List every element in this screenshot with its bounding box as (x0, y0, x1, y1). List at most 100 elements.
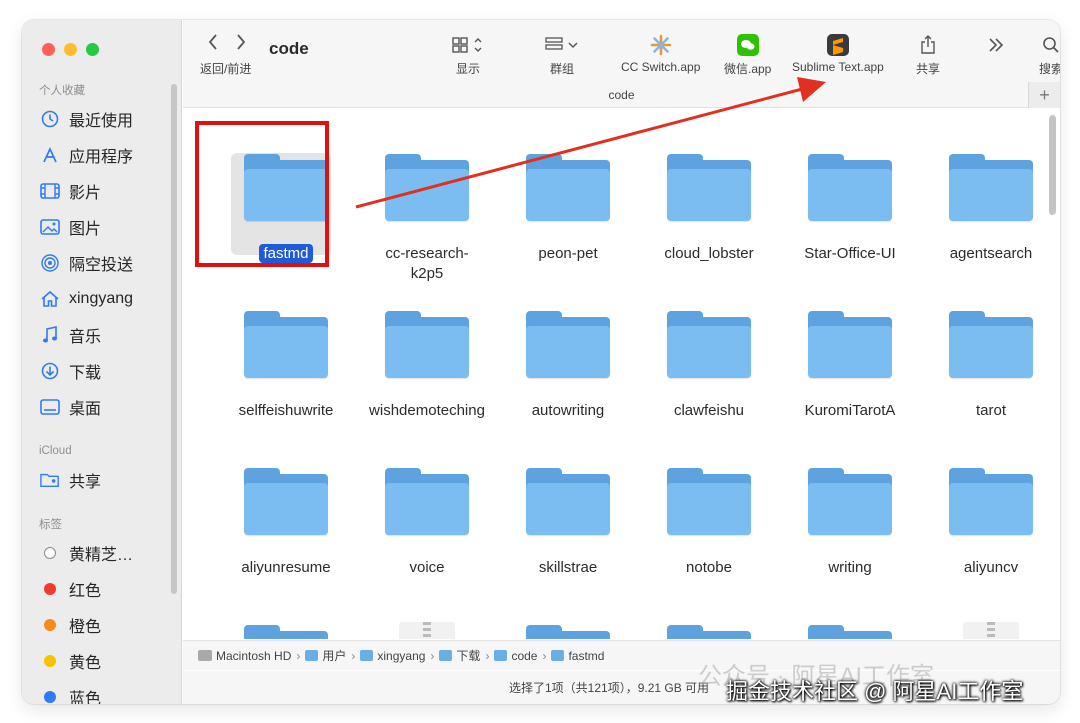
sidebar-item-downloads[interactable]: 下载 (40, 359, 170, 383)
view-button[interactable]: 显示 (451, 32, 485, 77)
tags-header: 标签 (39, 519, 62, 531)
folder-icon (385, 465, 469, 537)
folder-icon (667, 622, 751, 639)
cc-switch-app-icon (650, 32, 672, 58)
folder-icon (808, 465, 892, 537)
folder-item[interactable]: aliyunresume (216, 465, 356, 578)
sublime-text-app-button[interactable]: Sublime Text.app (792, 32, 884, 74)
nav-label: 返回/前进 (200, 62, 252, 76)
folder-item[interactable]: wishdemoteching (357, 308, 497, 421)
item-name: clawfeishu (673, 402, 745, 419)
sidebar-item-movies[interactable]: 影片 (40, 179, 170, 203)
minimize-button[interactable] (64, 43, 77, 56)
tag-dot-icon (44, 547, 56, 559)
folder-item[interactable]: Star-Office-UI (780, 151, 920, 264)
folder-item[interactable]: voice (357, 465, 497, 578)
wechat-app-button[interactable]: 微信.app (724, 32, 771, 77)
folder-item[interactable]: clawfeishu (639, 308, 779, 421)
folder-item[interactable] (780, 622, 920, 639)
more-toolbar-button[interactable] (988, 32, 1004, 58)
icloud-header: iCloud (39, 445, 72, 457)
item-name: aliyunresume (241, 559, 331, 576)
sidebar: 个人收藏 最近使用 应用程序 影片 图片 隔空投送 xingyang 音乐 下载… (22, 20, 182, 704)
new-tab-button[interactable]: + (1028, 82, 1060, 108)
back-chevron-icon[interactable] (207, 33, 219, 57)
sidebar-item-label: xingyang (69, 290, 134, 307)
group-button[interactable]: 群组 (544, 32, 580, 77)
folder-icon (949, 308, 1033, 380)
item-name: selffeishuwrite (238, 402, 334, 419)
path-segment-users[interactable]: 用户 (305, 647, 346, 664)
item-name: skillstrae (538, 559, 598, 576)
sidebar-tag-yellow[interactable]: 黄色 (40, 649, 170, 673)
sidebar-item-home[interactable]: xingyang (40, 287, 170, 311)
forward-chevron-icon[interactable] (235, 33, 247, 57)
folder-item[interactable] (498, 622, 638, 639)
folder-item[interactable]: autowriting (498, 308, 638, 421)
nav-arrows (207, 33, 247, 57)
folder-item[interactable]: writing (780, 465, 920, 578)
sidebar-item-shared[interactable]: 共享 (40, 468, 170, 492)
chevron-right-icon: › (485, 648, 490, 663)
archive-item[interactable] (921, 622, 1060, 639)
folder-icon (949, 465, 1033, 537)
folder-icon (526, 151, 610, 223)
path-segment-disk[interactable]: Macintosh HD (198, 649, 291, 663)
sidebar-item-music[interactable]: 音乐 (40, 323, 170, 347)
folder-item[interactable]: tarot (921, 308, 1060, 421)
path-segment-downloads[interactable]: 下载 (439, 647, 480, 664)
folder-icon (551, 650, 565, 661)
folder-icon (305, 650, 319, 661)
cc-switch-app-button[interactable]: CC Switch.app (621, 32, 700, 74)
folder-item[interactable]: aliyuncv (921, 465, 1060, 578)
path-segment-code[interactable]: code (494, 649, 537, 663)
folder-icon (244, 308, 328, 380)
toolbar: 返回/前进 code 显示 群组 CC Switch.app 微信.app Su… (183, 20, 1060, 108)
share-label: 共享 (916, 62, 941, 76)
folder-item[interactable]: agentsearch (921, 151, 1060, 264)
plus-icon: + (1039, 84, 1050, 105)
search-button[interactable]: 搜索 (1039, 32, 1060, 77)
share-icon (920, 32, 936, 58)
sidebar-tag-red[interactable]: 红色 (40, 577, 170, 601)
folder-item[interactable]: peon-pet (498, 151, 638, 264)
folder-item[interactable]: cc-research- k2p5 (357, 151, 497, 284)
item-name: cloud_lobster (664, 245, 754, 262)
sidebar-tag-1[interactable]: 黄精芝… (40, 541, 170, 565)
home-icon (40, 289, 60, 309)
sidebar-item-airdrop[interactable]: 隔空投送 (40, 251, 170, 275)
zoom-button[interactable] (86, 43, 99, 56)
folder-icon (808, 151, 892, 223)
folder-item[interactable] (639, 622, 779, 639)
close-button[interactable] (42, 43, 55, 56)
folder-icon (808, 622, 892, 639)
folder-item[interactable]: cloud_lobster (639, 151, 779, 264)
sidebar-item-label: 最近使用 (69, 113, 134, 130)
sidebar-item-pictures[interactable]: 图片 (40, 215, 170, 239)
sidebar-scrollbar[interactable] (171, 84, 177, 594)
sidebar-item-label: 应用程序 (69, 149, 134, 166)
folder-item[interactable]: selffeishuwrite (216, 308, 356, 421)
tag-dot-icon (44, 691, 56, 703)
folder-item[interactable]: KuromiTarotA (780, 308, 920, 421)
watermark-secondary: 掘金技术社区 @ 阿星AI工作室 (726, 679, 1024, 704)
folder-icon (667, 465, 751, 537)
folder-item[interactable]: skillstrae (498, 465, 638, 578)
path-segment-home[interactable]: xingyang (360, 649, 425, 663)
zip-file-icon (963, 622, 1019, 639)
music-icon (40, 325, 60, 345)
sidebar-item-label: 隔空投送 (69, 257, 134, 274)
share-button[interactable]: 共享 (916, 32, 940, 77)
sidebar-item-applications[interactable]: 应用程序 (40, 143, 170, 167)
folder-item[interactable]: notobe (639, 465, 779, 578)
finder-window: 个人收藏 最近使用 应用程序 影片 图片 隔空投送 xingyang 音乐 下载… (22, 20, 1060, 704)
sidebar-item-desktop[interactable]: 桌面 (40, 395, 170, 419)
annotation-highlight-box (195, 121, 329, 267)
folder-item[interactable] (216, 622, 356, 639)
clock-icon (40, 109, 60, 129)
sidebar-tag-blue[interactable]: 蓝色 (40, 685, 170, 704)
sidebar-item-recents[interactable]: 最近使用 (40, 107, 170, 131)
sidebar-tag-orange[interactable]: 橙色 (40, 613, 170, 637)
archive-item[interactable] (357, 622, 497, 639)
path-segment-fastmd[interactable]: fastmd (551, 649, 604, 663)
